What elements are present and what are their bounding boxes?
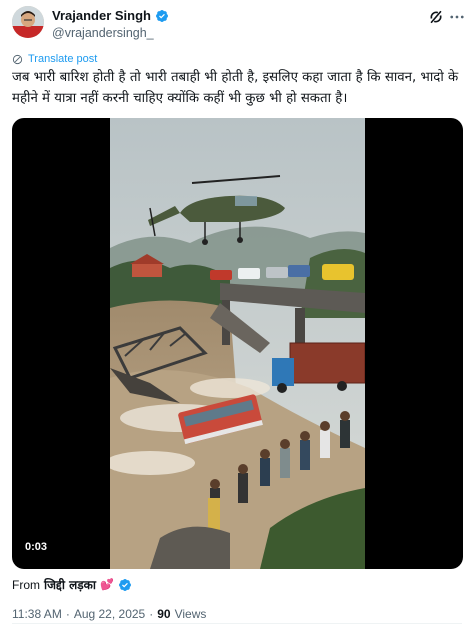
views-count: 90 — [157, 607, 171, 621]
from-source-name[interactable]: जिद्दी लड़का — [44, 576, 96, 593]
tweet-meta: 11:38 AM · Aug 22, 2025 · 90 Views — [12, 607, 206, 621]
translate-icon — [12, 54, 23, 64]
author-names: Vrajander Singh @vrajandersingh_ — [52, 7, 169, 40]
translate-post-link[interactable]: Translate post — [12, 53, 97, 65]
grok-icon[interactable] — [427, 8, 445, 26]
meta-separator-2: · — [149, 607, 154, 621]
meta-separator: · — [65, 607, 70, 621]
verified-badge-icon — [155, 9, 169, 23]
source-verified-badge-icon — [118, 578, 132, 592]
divider — [12, 623, 462, 624]
tweet-date[interactable]: Aug 22, 2025 — [74, 607, 145, 621]
tweet-text: जब भारी बारिश होती है तो भारी तबाही भी ह… — [12, 70, 459, 106]
more-icon[interactable] — [448, 8, 466, 26]
translate-label: Translate post — [28, 53, 98, 65]
author-handle[interactable]: @vrajandersingh_ — [52, 26, 169, 40]
video-frame[interactable] — [110, 118, 365, 569]
tweet-header: Vrajander Singh @vrajandersingh_ — [12, 6, 464, 40]
avatar[interactable] — [12, 6, 44, 38]
author-display-name[interactable]: Vrajander Singh — [52, 8, 151, 23]
tweet-time[interactable]: 11:38 AM — [12, 607, 62, 621]
video-duration-badge: 0:03 — [20, 538, 53, 556]
from-attribution: From जिद्दी लड़का 💕 — [12, 576, 132, 593]
views-label: Views — [174, 607, 207, 621]
from-label: From — [12, 577, 40, 592]
heart-emoji-icon: 💕 — [100, 579, 114, 591]
video-player[interactable]: 0:03 — [12, 118, 463, 569]
